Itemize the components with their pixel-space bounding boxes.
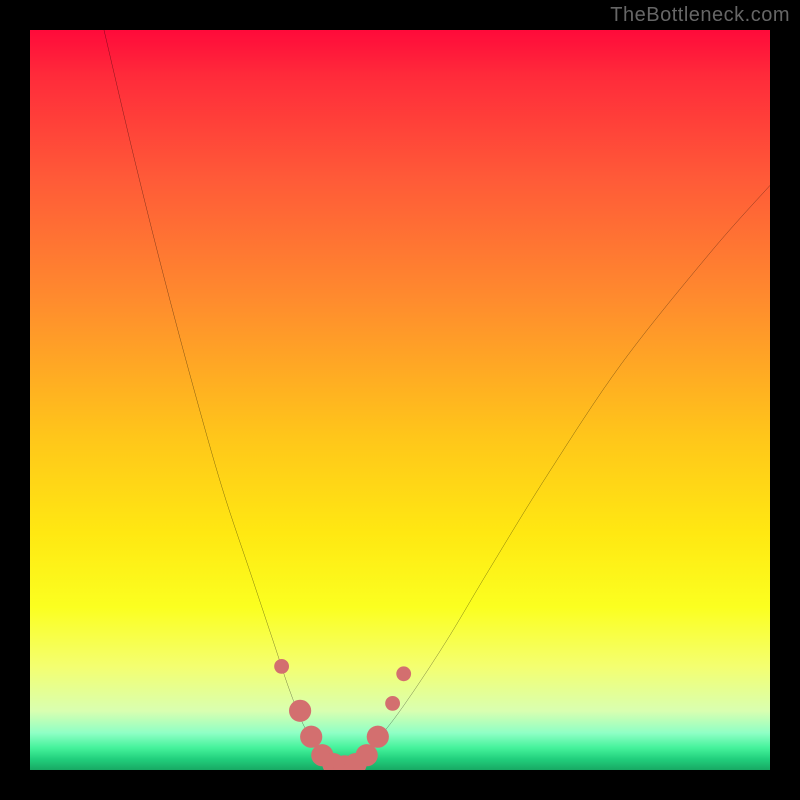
curve-layer [30, 30, 770, 770]
bottleneck-curve [104, 30, 770, 770]
highlight-dot [385, 696, 400, 711]
highlight-dot [289, 700, 311, 722]
highlight-dot [300, 726, 322, 748]
chart-frame: TheBottleneck.com [0, 0, 800, 800]
highlight-dot [356, 744, 378, 766]
highlight-dot [367, 726, 389, 748]
highlight-dot [274, 659, 289, 674]
highlight-dots [274, 659, 411, 770]
highlight-dot [396, 666, 411, 681]
watermark-text: TheBottleneck.com [610, 4, 790, 27]
plot-area [30, 30, 770, 770]
